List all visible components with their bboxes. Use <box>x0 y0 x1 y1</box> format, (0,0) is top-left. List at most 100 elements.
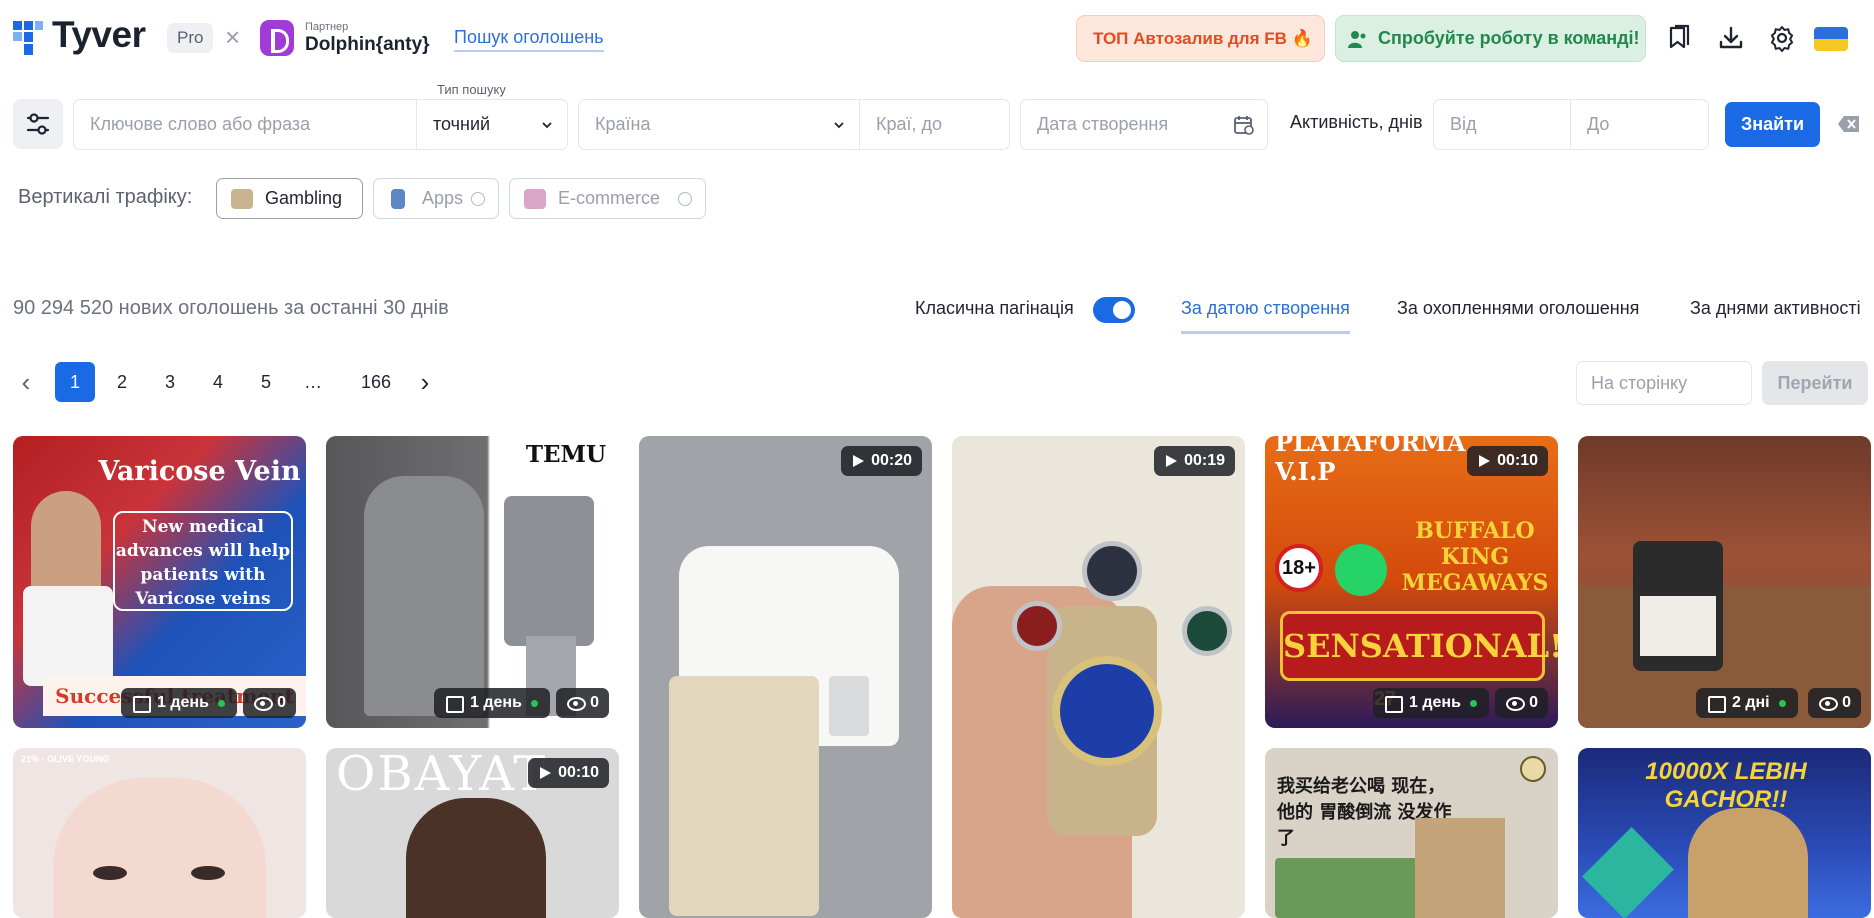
ukraine-flag-icon[interactable] <box>1814 27 1848 51</box>
ad-card[interactable]: PLATAFORMA V.I.P 18+ BUFFALO KING MEGAWA… <box>1265 436 1558 728</box>
vertical-gambling-label: Gambling <box>265 188 343 208</box>
clock-icon <box>678 192 692 206</box>
classic-pagination-label: Класична пагінація <box>915 298 1074 318</box>
watch-face-image <box>1052 656 1162 766</box>
keyword-input[interactable]: Ключове слово або фраза <box>73 99 417 150</box>
logo-text[interactable]: Tyver <box>52 14 146 56</box>
sort-by-activity-tab[interactable]: За днями активності <box>1690 298 1861 331</box>
ad-card[interactable]: 10000X LEBIH GACHOR!! <box>1578 748 1871 918</box>
trousers-image <box>669 676 819 916</box>
vertical-apps-label: Apps <box>422 188 464 208</box>
ad-card-title: PLATAFORMA V.I.P <box>1275 436 1466 486</box>
search-type-label: Тип пошуку <box>435 82 508 98</box>
doctor-coat-image <box>23 586 113 686</box>
perfume-image <box>829 676 869 736</box>
country-select[interactable]: Країна <box>578 99 860 150</box>
date-created-input[interactable]: Дата створення <box>1020 99 1268 150</box>
shopping-bags-icon <box>524 189 546 209</box>
dolphin-logo-icon[interactable] <box>260 20 294 56</box>
search-ads-link[interactable]: Пошук оголошень <box>454 27 604 52</box>
eye-image <box>93 866 127 880</box>
page-button[interactable]: 1 <box>55 362 95 402</box>
vertical-gambling-chip[interactable]: Gambling <box>216 178 363 219</box>
ad-card-quote: New medical advances will help patients … <box>113 511 293 611</box>
promo-autofill-button[interactable]: ТОП Автозалив для FB 🔥 <box>1076 15 1325 62</box>
page-button[interactable]: 5 <box>246 362 286 402</box>
clock-icon <box>471 192 485 206</box>
partner-label: Партнер <box>305 21 349 33</box>
partner-name[interactable]: Dolphin{anty} <box>305 34 430 56</box>
next-page-button[interactable]: › <box>411 362 439 402</box>
goto-page-input[interactable]: На сторінку <box>1576 361 1752 405</box>
filters-bar: Ключове слово або фраза Тип пошуку точни… <box>0 82 1874 150</box>
country-placeholder: Країна <box>595 114 651 134</box>
brand-seal-icon <box>1520 756 1546 782</box>
page-button[interactable]: 166 <box>343 362 409 402</box>
search-type-value: точний <box>433 114 491 134</box>
ad-card[interactable]: 00:20 <box>639 436 932 918</box>
filter-settings-button[interactable] <box>13 99 63 149</box>
clear-filters-icon[interactable] <box>1838 115 1860 133</box>
page-button[interactable]: 4 <box>198 362 238 402</box>
try-team-label: Спробуйте роботу в команді! <box>1378 28 1640 48</box>
page-button[interactable]: 3 <box>150 362 190 402</box>
traffic-verticals-label: Вертикалі трафіку: <box>18 186 193 208</box>
download-icon[interactable] <box>1717 24 1745 52</box>
date-placeholder: Дата створення <box>1037 114 1169 134</box>
activity-from-input[interactable]: Від <box>1433 99 1571 150</box>
suit-image <box>364 476 484 716</box>
page-ellipsis: … <box>304 372 322 392</box>
whatsapp-icon <box>1335 544 1387 596</box>
ad-card[interactable]: 00:19 <box>952 436 1245 918</box>
views-badge: 0 <box>556 688 609 718</box>
page-button[interactable]: 2 <box>102 362 142 402</box>
ad-card-title: TEMU <box>525 441 607 468</box>
sliders-icon <box>26 113 50 135</box>
ad-card[interactable]: OBAYAT 00:10 <box>326 748 619 918</box>
settings-icon[interactable] <box>1768 24 1796 52</box>
bookmarks-icon[interactable] <box>1666 24 1694 52</box>
tyver-logo-icon <box>13 21 43 55</box>
ad-card-caption: 21% · OLIVE YOUNG <box>21 754 110 764</box>
active-days-badge: 1 день <box>434 688 550 718</box>
video-duration-badge: 00:10 <box>528 758 609 788</box>
cardboard-box-image <box>1415 818 1505 918</box>
slot-machine-icon <box>231 189 253 209</box>
gem-image <box>1582 827 1674 918</box>
sort-by-reach-tab[interactable]: За охопленнями оголошення <box>1397 298 1639 331</box>
goto-page-button[interactable]: Перейти <box>1762 361 1868 405</box>
calendar-icon[interactable] <box>1233 114 1255 136</box>
vertical-apps-chip: Apps <box>373 178 499 219</box>
country-to-input[interactable]: Краї, до <box>859 99 1010 150</box>
face-image <box>53 778 266 918</box>
ad-card[interactable]: 21% · OLIVE YOUNG <box>13 748 306 918</box>
ad-card-title: Varicose Vein <box>98 456 301 487</box>
search-type-select[interactable]: Тип пошуку точний <box>416 82 568 150</box>
watch-image <box>1082 541 1142 601</box>
activity-to-input[interactable]: До <box>1570 99 1709 150</box>
ad-card[interactable]: TEMU 1 день 0 <box>326 436 619 728</box>
views-badge: 0 <box>243 688 296 718</box>
vertical-ecommerce-chip: E-commerce <box>509 178 706 219</box>
eye-image <box>191 866 225 880</box>
ad-card[interactable]: 2 дні 0 <box>1578 436 1871 728</box>
video-duration-badge: 00:10 <box>1467 446 1548 476</box>
results-count: 90 294 520 нових оголошень за останні 30… <box>13 297 449 319</box>
prev-page-button[interactable]: ‹ <box>13 362 39 402</box>
ad-card[interactable]: 我买给老公喝 现在，他的 胃酸倒流 没发作了 <box>1265 748 1558 918</box>
active-days-badge: 1 день <box>1373 688 1489 718</box>
video-duration-badge: 00:19 <box>1154 446 1235 476</box>
active-days-badge: 1 день <box>121 688 237 718</box>
phone-icon <box>391 189 405 209</box>
sort-by-date-tab[interactable]: За датою створення <box>1181 298 1350 334</box>
find-button[interactable]: Знайти <box>1725 102 1820 147</box>
video-duration-badge: 00:20 <box>841 446 922 476</box>
views-badge: 0 <box>1808 688 1861 718</box>
vertical-ecommerce-label: E-commerce <box>558 188 661 208</box>
ad-card[interactable]: Varicose Vein New medical advances will … <box>13 436 306 728</box>
try-team-button[interactable]: Спробуйте роботу в команді! <box>1335 15 1646 62</box>
chevron-down-icon <box>834 122 844 129</box>
can-label-image <box>1640 596 1716 656</box>
age-restriction-badge: 18+ <box>1275 544 1323 592</box>
classic-pagination-toggle[interactable] <box>1093 297 1135 323</box>
